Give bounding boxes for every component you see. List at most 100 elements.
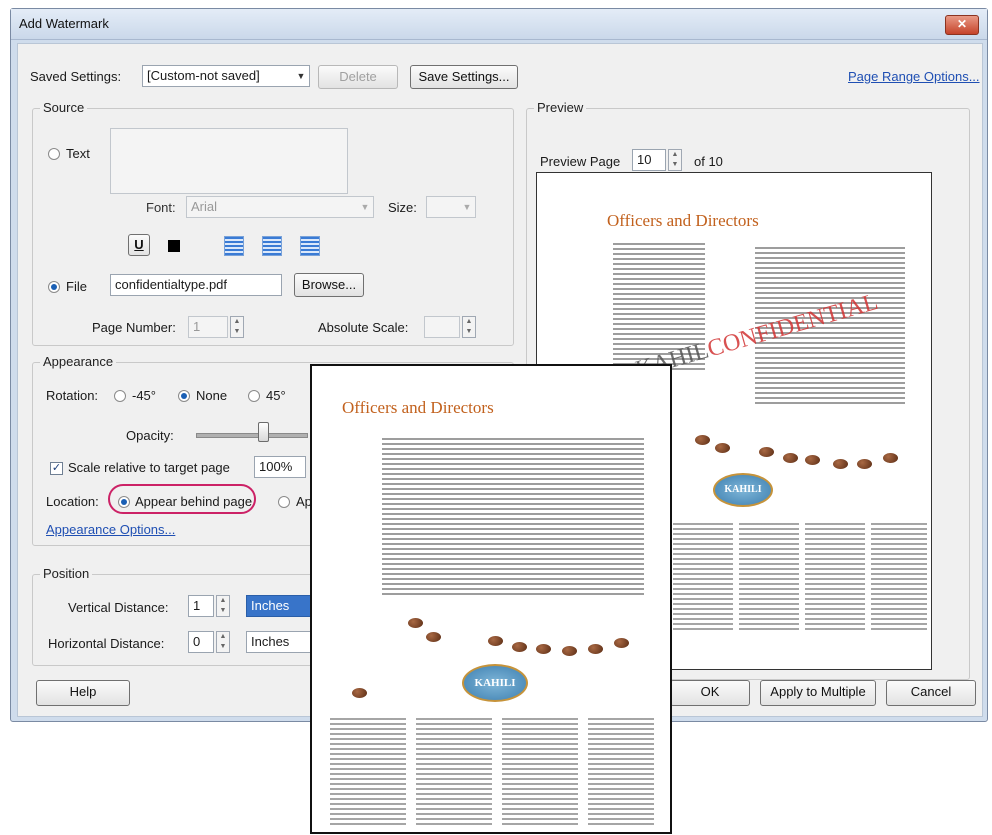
location-label: Location:	[46, 494, 99, 509]
delete-button[interactable]: Delete	[318, 65, 398, 89]
horizontal-distance-value: 0	[193, 634, 201, 649]
absolute-scale-field[interactable]	[424, 316, 460, 338]
font-select[interactable]: Arial ▼	[186, 196, 374, 218]
preview-page-label: Preview Page	[540, 154, 621, 169]
preview-column-3	[805, 523, 865, 633]
preview-page-of: of 10	[694, 154, 723, 169]
scale-percent-value: 100%	[259, 459, 293, 474]
absolute-scale-label: Absolute Scale:	[318, 320, 409, 335]
vertical-distance-label: Vertical Distance:	[68, 600, 169, 615]
horizontal-unit-select[interactable]: Inches	[246, 631, 318, 653]
coffee-bean	[614, 638, 629, 648]
close-button[interactable]: ✕	[945, 15, 979, 35]
vertical-distance-field[interactable]: 1	[188, 595, 214, 617]
vertical-unit-value: Inches	[251, 598, 290, 613]
overlay-column-3	[502, 718, 578, 826]
file-radio[interactable]	[48, 281, 60, 293]
preview-doc-heading: Officers and Directors	[607, 211, 759, 230]
apply-to-multiple-button[interactable]: Apply to Multiple	[760, 680, 876, 706]
opacity-slider-track[interactable]	[196, 433, 308, 438]
page-number-value: 1	[193, 319, 201, 334]
chevron-down-icon: ▼	[360, 202, 370, 212]
coffee-bean	[536, 644, 551, 654]
coffee-bean	[805, 455, 820, 465]
text-radio-label: Text	[66, 146, 90, 161]
text-radio[interactable]	[48, 148, 60, 160]
rotation-45-label: 45°	[266, 388, 286, 403]
page-range-options-link[interactable]: Page Range Options...	[848, 69, 980, 84]
size-select[interactable]: ▼	[426, 196, 476, 218]
overlay-doc-heading: Officers and Directors	[342, 398, 494, 417]
coffee-bean	[783, 453, 798, 463]
align-center-icon[interactable]	[262, 236, 282, 256]
help-button[interactable]: Help	[36, 680, 130, 706]
watermark-text-area[interactable]	[110, 128, 348, 194]
coffee-bean	[408, 618, 423, 628]
coffee-bean	[857, 459, 872, 469]
appear-behind-radio[interactable]	[118, 496, 130, 508]
vertical-unit-select[interactable]: Inches	[246, 595, 318, 617]
page-number-field[interactable]: 1	[188, 316, 228, 338]
vertical-distance-value: 1	[193, 598, 201, 613]
chevron-down-icon: ▼	[296, 71, 306, 81]
file-radio-label: File	[66, 279, 87, 294]
coffee-bean	[352, 688, 367, 698]
color-swatch-button[interactable]	[168, 240, 180, 252]
title-bar: Add Watermark ✕	[11, 9, 987, 40]
appear-on-top-radio[interactable]	[278, 496, 290, 508]
preview-page-value: 10	[637, 152, 652, 167]
preview-title: Preview	[534, 100, 587, 115]
coffee-bean	[883, 453, 898, 463]
opacity-slider-handle[interactable]	[258, 422, 269, 442]
saved-settings-select[interactable]: [Custom-not saved] ▼	[142, 65, 310, 87]
coffee-bean	[695, 435, 710, 445]
overlay-officer-list	[382, 438, 492, 598]
coffee-bean	[426, 632, 441, 642]
preview-page-stepper[interactable]: ▲ ▼	[668, 149, 682, 171]
preview-page-field[interactable]: 10	[632, 149, 666, 171]
saved-settings-value: [Custom-not saved]	[147, 68, 260, 83]
preview-column-4	[871, 523, 927, 633]
appearance-options-link[interactable]: Appearance Options...	[46, 522, 175, 537]
source-title: Source	[40, 100, 88, 115]
appear-behind-label: Appear behind page	[135, 494, 253, 509]
ok-button[interactable]: OK	[670, 680, 750, 706]
page-number-label: Page Number:	[92, 320, 176, 335]
opacity-label: Opacity:	[126, 428, 174, 443]
overlay-column-2	[416, 718, 492, 826]
align-right-icon[interactable]	[300, 236, 320, 256]
cancel-button[interactable]: Cancel	[886, 680, 976, 706]
rotation-45-radio[interactable]	[248, 390, 260, 402]
align-left-icon[interactable]	[224, 236, 244, 256]
preview-column-2	[739, 523, 799, 633]
chevron-down-icon: ▼	[462, 202, 472, 212]
file-path-field[interactable]: confidentialtype.pdf	[110, 274, 282, 296]
absolute-scale-stepper[interactable]: ▲ ▼	[462, 316, 476, 338]
rotation-label: Rotation:	[46, 388, 99, 403]
page-number-stepper[interactable]: ▲ ▼	[230, 316, 244, 338]
overlay-column-4	[588, 718, 654, 826]
horizontal-unit-value: Inches	[251, 634, 290, 649]
rotation-neg45-radio[interactable]	[114, 390, 126, 402]
horizontal-distance-stepper[interactable]: ▲ ▼	[216, 631, 230, 653]
position-title: Position	[40, 566, 93, 581]
underline-button[interactable]: U	[128, 234, 150, 256]
coffee-bean	[833, 459, 848, 469]
coffee-bean	[588, 644, 603, 654]
save-settings-button[interactable]: Save Settings...	[410, 65, 518, 89]
rotation-neg45-label: -45°	[132, 388, 156, 403]
scale-percent-field[interactable]: 100%	[254, 456, 306, 478]
rotation-none-radio[interactable]	[178, 390, 190, 402]
appearance-title: Appearance	[40, 354, 117, 369]
horizontal-distance-field[interactable]: 0	[188, 631, 214, 653]
overlay-column-1	[330, 718, 406, 826]
horizontal-distance-label: Horizontal Distance:	[48, 636, 165, 651]
coffee-bean	[512, 642, 527, 652]
close-icon: ✕	[956, 17, 968, 31]
vertical-distance-stepper[interactable]: ▲ ▼	[216, 595, 230, 617]
browse-button[interactable]: Browse...	[294, 273, 364, 297]
rotation-none-label: None	[196, 388, 228, 403]
preview-column-1	[673, 523, 733, 633]
size-label: Size:	[388, 200, 417, 215]
scale-relative-checkbox[interactable]: ✓	[50, 462, 63, 475]
